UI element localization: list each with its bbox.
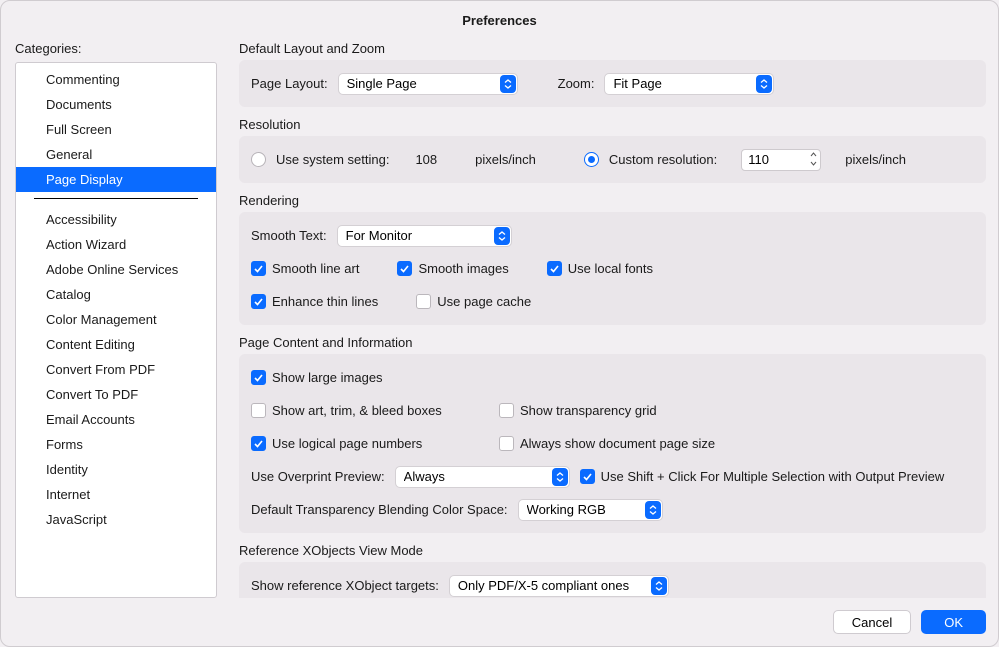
sidebar-item-accessibility[interactable]: Accessibility — [16, 207, 216, 232]
ok-button[interactable]: OK — [921, 610, 986, 634]
page-layout-label: Page Layout: — [251, 76, 328, 91]
page-layout-select[interactable] — [338, 73, 518, 95]
sidebar-item-content-editing[interactable]: Content Editing — [16, 332, 216, 357]
pixels-inch-text-2: pixels/inch — [845, 152, 906, 167]
smooth-text-select[interactable] — [337, 225, 512, 247]
categories-list[interactable]: Commenting Documents Full Screen General… — [15, 62, 217, 598]
show-large-images-checkbox[interactable] — [251, 370, 266, 385]
zoom-value[interactable] — [604, 73, 774, 95]
use-system-setting-label: Use system setting: — [276, 152, 389, 167]
section-title-resolution: Resolution — [239, 117, 986, 132]
enhance-thin-lines-checkbox[interactable] — [251, 294, 266, 309]
use-local-fonts-label: Use local fonts — [568, 261, 653, 276]
show-targets-label: Show reference XObject targets: — [251, 578, 439, 593]
show-art-boxes-checkbox[interactable] — [251, 403, 266, 418]
sidebar-item-forms[interactable]: Forms — [16, 432, 216, 457]
sidebar-item-documents[interactable]: Documents — [16, 92, 216, 117]
chevrons-icon — [645, 501, 661, 519]
cancel-button[interactable]: Cancel — [833, 610, 911, 634]
stepper-buttons[interactable] — [808, 150, 818, 168]
smooth-line-art-label: Smooth line art — [272, 261, 359, 276]
use-shift-click-label: Use Shift + Click For Multiple Selection… — [601, 469, 945, 484]
overprint-value[interactable] — [395, 466, 570, 488]
overprint-select[interactable] — [395, 466, 570, 488]
chevrons-icon — [494, 227, 510, 245]
use-page-cache-checkbox[interactable] — [416, 294, 431, 309]
categories-label: Categories: — [15, 41, 217, 56]
scroll-area: Default Layout and Zoom Page Layout: Zoo… — [239, 39, 986, 598]
system-resolution-value: 108 — [415, 152, 437, 167]
show-art-boxes-label: Show art, trim, & bleed boxes — [272, 403, 442, 418]
footer: Cancel OK — [1, 598, 998, 646]
section-title-rendering: Rendering — [239, 193, 986, 208]
page-layout-value[interactable] — [338, 73, 518, 95]
chevrons-icon — [552, 468, 568, 486]
show-transparency-grid-checkbox[interactable] — [499, 403, 514, 418]
panel-xobjects: Show reference XObject targets: Location… — [239, 562, 986, 598]
window-title: Preferences — [1, 1, 998, 39]
sidebar-item-email-accounts[interactable]: Email Accounts — [16, 407, 216, 432]
custom-resolution-label: Custom resolution: — [609, 152, 717, 167]
always-show-page-size-checkbox[interactable] — [499, 436, 514, 451]
use-page-cache-label: Use page cache — [437, 294, 531, 309]
stepper-down-icon[interactable] — [808, 159, 818, 168]
smooth-text-label: Smooth Text: — [251, 228, 327, 243]
use-shift-click-checkbox[interactable] — [580, 469, 595, 484]
sidebar-item-identity[interactable]: Identity — [16, 457, 216, 482]
blend-select[interactable] — [518, 499, 663, 521]
section-title-layout: Default Layout and Zoom — [239, 41, 986, 56]
smooth-text-value[interactable] — [337, 225, 512, 247]
enhance-thin-lines-label: Enhance thin lines — [272, 294, 378, 309]
smooth-line-art-checkbox[interactable] — [251, 261, 266, 276]
chevrons-icon — [500, 75, 516, 93]
smooth-images-checkbox[interactable] — [397, 261, 412, 276]
show-transparency-grid-label: Show transparency grid — [520, 403, 657, 418]
sidebar-item-full-screen[interactable]: Full Screen — [16, 117, 216, 142]
panel-layout: Page Layout: Zoom: — [239, 60, 986, 107]
custom-resolution-stepper[interactable] — [741, 149, 821, 171]
sidebar-item-internet[interactable]: Internet — [16, 482, 216, 507]
chevrons-icon — [756, 75, 772, 93]
sidebar-item-convert-from-pdf[interactable]: Convert From PDF — [16, 357, 216, 382]
chevrons-icon — [651, 577, 667, 595]
show-targets-value[interactable] — [449, 575, 669, 597]
sidebar-item-page-display[interactable]: Page Display — [16, 167, 216, 192]
use-local-fonts-checkbox[interactable] — [547, 261, 562, 276]
panel-rendering: Smooth Text: Smooth line art Smooth imag… — [239, 212, 986, 325]
panel-page-content: Show large images Show art, trim, & blee… — [239, 354, 986, 533]
always-show-page-size-label: Always show document page size — [520, 436, 715, 451]
pixels-inch-text-1: pixels/inch — [475, 152, 536, 167]
sidebar-item-convert-to-pdf[interactable]: Convert To PDF — [16, 382, 216, 407]
sidebar-item-color-management[interactable]: Color Management — [16, 307, 216, 332]
stepper-up-icon[interactable] — [808, 150, 818, 159]
show-targets-select[interactable] — [449, 575, 669, 597]
sidebar-item-javascript[interactable]: JavaScript — [16, 507, 216, 532]
sidebar-item-adobe-online-services[interactable]: Adobe Online Services — [16, 257, 216, 282]
panel-resolution: Use system setting: 108 pixels/inch Cust… — [239, 136, 986, 183]
content-pane: Default Layout and Zoom Page Layout: Zoo… — [225, 39, 986, 598]
smooth-images-label: Smooth images — [418, 261, 508, 276]
sidebar: Categories: Commenting Documents Full Sc… — [15, 39, 225, 598]
custom-resolution-radio[interactable] — [584, 152, 599, 167]
sidebar-item-commenting[interactable]: Commenting — [16, 67, 216, 92]
section-title-page-content: Page Content and Information — [239, 335, 986, 350]
sidebar-item-general[interactable]: General — [16, 142, 216, 167]
sidebar-item-catalog[interactable]: Catalog — [16, 282, 216, 307]
preferences-window: Preferences Categories: Commenting Docum… — [0, 0, 999, 647]
zoom-label: Zoom: — [558, 76, 595, 91]
overprint-label: Use Overprint Preview: — [251, 469, 385, 484]
use-system-setting-radio[interactable] — [251, 152, 266, 167]
use-logical-page-numbers-checkbox[interactable] — [251, 436, 266, 451]
show-large-images-label: Show large images — [272, 370, 383, 385]
zoom-select[interactable] — [604, 73, 774, 95]
body: Categories: Commenting Documents Full Sc… — [1, 39, 998, 598]
sidebar-separator — [34, 198, 198, 199]
sidebar-item-action-wizard[interactable]: Action Wizard — [16, 232, 216, 257]
use-logical-page-numbers-label: Use logical page numbers — [272, 436, 422, 451]
section-title-xobjects: Reference XObjects View Mode — [239, 543, 986, 558]
window-title-text: Preferences — [462, 13, 536, 28]
blend-value[interactable] — [518, 499, 663, 521]
blend-label: Default Transparency Blending Color Spac… — [251, 502, 508, 517]
